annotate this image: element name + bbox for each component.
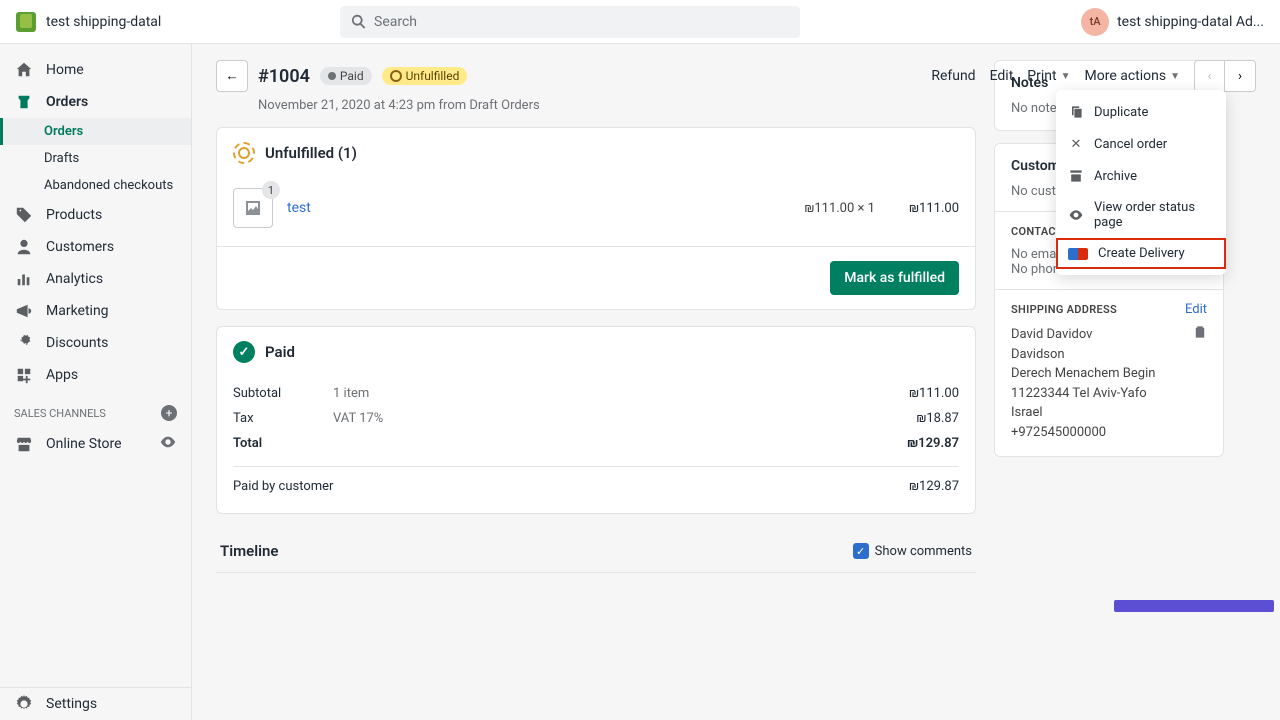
sidebar-item-customers[interactable]: Customers xyxy=(0,231,191,263)
chevron-down-icon: ▼ xyxy=(1061,71,1071,82)
page-header: ← #1004 Paid Unfulfilled xyxy=(216,60,976,92)
order-number: #1004 xyxy=(258,66,310,87)
sidebar-item-orders[interactable]: Orders xyxy=(0,86,191,118)
topbar: test shipping-datal Search tA test shipp… xyxy=(0,0,1280,44)
search-placeholder: Search xyxy=(374,14,417,30)
avatar: tA xyxy=(1081,8,1109,36)
next-order-button[interactable]: › xyxy=(1225,61,1255,91)
checkbox-icon: ✓ xyxy=(853,543,869,559)
user-menu[interactable]: tA test shipping-datal Ad... xyxy=(1081,8,1264,36)
search-input[interactable]: Search xyxy=(340,6,800,38)
item-price-qty: ₪111.00 × 1 xyxy=(804,201,875,216)
percent-icon xyxy=(14,333,34,353)
item-total: ₪111.00 xyxy=(889,201,959,216)
order-timestamp: November 21, 2020 at 4:23 pm from Draft … xyxy=(258,98,976,113)
floating-action-bar[interactable] xyxy=(1114,600,1274,612)
sidebar-section-channels: SALES CHANNELS + xyxy=(0,391,191,427)
sidebar-subitem-orders[interactable]: Orders xyxy=(0,118,191,145)
show-comments-toggle[interactable]: ✓ Show comments xyxy=(853,543,972,559)
sidebar-item-discounts[interactable]: Discounts xyxy=(0,327,191,359)
sidebar-item-home[interactable]: Home xyxy=(0,54,191,86)
edit-button[interactable]: Edit xyxy=(990,68,1014,84)
total-label: Total xyxy=(233,436,333,451)
shopify-logo-icon xyxy=(16,12,36,32)
user-label: test shipping-datal Ad... xyxy=(1117,14,1264,30)
sidebar: Home Orders Orders Drafts Abandoned chec… xyxy=(0,44,192,720)
dropdown-duplicate[interactable]: Duplicate xyxy=(1056,96,1226,128)
archive-icon xyxy=(1068,168,1084,184)
eye-icon[interactable] xyxy=(159,433,177,455)
tax-label: Tax xyxy=(233,411,333,426)
sidebar-item-analytics[interactable]: Analytics xyxy=(0,263,191,295)
page-actions: Refund Edit Print▼ More actions▼ ‹ › xyxy=(931,60,1256,92)
home-icon xyxy=(14,60,34,80)
clipboard-icon[interactable] xyxy=(1193,325,1207,343)
payment-card: ✓ Paid Subtotal1 item₪111.00 TaxVAT 17%₪… xyxy=(216,326,976,514)
sidebar-item-marketing[interactable]: Marketing xyxy=(0,295,191,327)
addr-name: David Davidov xyxy=(1011,325,1207,345)
subtotal-label: Subtotal xyxy=(233,386,333,401)
horn-icon xyxy=(14,301,34,321)
fulfillment-card: Unfulfilled (1) 1 test ₪111.00 × 1 ₪111.… xyxy=(216,127,976,310)
edit-shipping-link[interactable]: Edit xyxy=(1185,302,1207,317)
sidebar-item-online-store[interactable]: Online Store xyxy=(0,427,191,461)
dropdown-cancel[interactable]: ✕Cancel order xyxy=(1056,128,1226,160)
shipping-title: SHIPPING ADDRESS xyxy=(1011,303,1117,316)
line-item: 1 test ₪111.00 × 1 ₪111.00 xyxy=(217,178,975,246)
print-button[interactable]: Print▼ xyxy=(1027,68,1070,84)
fulfillment-header: Unfulfilled (1) xyxy=(265,144,357,162)
add-channel-icon[interactable]: + xyxy=(161,405,177,421)
orders-icon xyxy=(14,92,34,112)
item-count-badge: 1 xyxy=(262,181,280,199)
sidebar-item-settings[interactable]: Settings xyxy=(0,688,191,720)
eye-icon xyxy=(1068,207,1084,223)
sidebar-subitem-drafts[interactable]: Drafts xyxy=(0,145,191,172)
sidebar-subitem-abandoned[interactable]: Abandoned checkouts xyxy=(0,172,191,199)
dropdown-archive[interactable]: Archive xyxy=(1056,160,1226,192)
more-actions-button[interactable]: More actions▼ xyxy=(1085,68,1181,84)
sidebar-item-products[interactable]: Products xyxy=(0,199,191,231)
product-link[interactable]: test xyxy=(287,200,311,216)
store-icon xyxy=(14,434,34,454)
mark-fulfilled-button[interactable]: Mark as fulfilled xyxy=(830,261,959,295)
product-thumb: 1 xyxy=(233,188,273,228)
dropdown-view-status[interactable]: View order status page xyxy=(1056,192,1226,238)
paid-badge: Paid xyxy=(320,67,372,85)
unfulfilled-badge: Unfulfilled xyxy=(382,67,468,85)
duplicate-icon xyxy=(1068,104,1084,120)
chevron-down-icon: ▼ xyxy=(1170,71,1180,82)
image-icon xyxy=(243,198,263,218)
store-name: test shipping-datal xyxy=(46,14,161,30)
user-icon xyxy=(14,237,34,257)
close-icon: ✕ xyxy=(1068,136,1084,152)
gear-icon xyxy=(14,694,34,714)
order-pager: ‹ › xyxy=(1194,60,1256,92)
search-icon xyxy=(350,13,368,31)
payment-header: Paid xyxy=(265,343,295,361)
back-button[interactable]: ← xyxy=(216,60,248,92)
app-icon xyxy=(1068,248,1088,260)
more-actions-dropdown: Duplicate ✕Cancel order Archive View ord… xyxy=(1056,90,1226,275)
timeline-section: Timeline ✓ Show comments xyxy=(216,530,976,573)
main-content: Refund Edit Print▼ More actions▼ ‹ › Dup… xyxy=(192,44,1280,720)
tag-icon xyxy=(14,205,34,225)
bars-icon xyxy=(14,269,34,289)
apps-icon xyxy=(14,365,34,385)
dropdown-create-delivery[interactable]: Create Delivery xyxy=(1056,238,1226,269)
paid-by-label: Paid by customer xyxy=(233,479,433,494)
prev-order-button[interactable]: ‹ xyxy=(1195,61,1225,91)
paid-status-icon: ✓ xyxy=(233,341,255,363)
sidebar-item-apps[interactable]: Apps xyxy=(0,359,191,391)
timeline-title: Timeline xyxy=(220,542,278,560)
unfulfilled-status-icon xyxy=(233,142,255,164)
